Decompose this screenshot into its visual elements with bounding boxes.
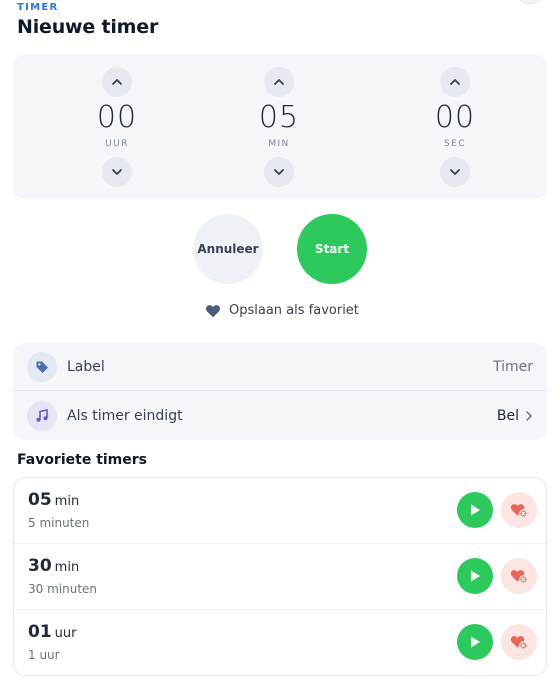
- favorite-unit: min: [54, 560, 80, 575]
- remove-favorite-button[interactable]: [501, 624, 537, 660]
- when-timer-ends-row[interactable]: Als timer eindigt Bel: [13, 392, 547, 440]
- tag-icon-badge: [27, 351, 57, 382]
- favorite-duration: 01 uur: [28, 622, 77, 642]
- favorite-amount: 30: [28, 556, 52, 576]
- save-favorite-label: Opslaan als favoriet: [229, 303, 359, 318]
- favorites-section-title: Favoriete timers: [17, 452, 148, 468]
- list-item: 01 uur 1 uur: [14, 610, 546, 676]
- chevron-down-icon: [112, 169, 122, 175]
- time-picker: 00 UUR 05 MIN 00 SEC: [13, 54, 547, 199]
- seconds-unit-label: SEC: [444, 139, 466, 149]
- favorite-description: 5 minuten: [28, 516, 90, 530]
- music-note-icon: [36, 409, 48, 422]
- cancel-button[interactable]: Annuleer: [193, 214, 263, 284]
- seconds-increment-button[interactable]: [440, 67, 470, 97]
- seconds-column: 00 SEC: [400, 54, 510, 199]
- minutes-decrement-button[interactable]: [264, 157, 294, 187]
- favorite-description: 1 uur: [28, 648, 60, 662]
- when-timer-ends-value-wrap: Bel: [497, 408, 533, 424]
- label-row-title: Label: [67, 358, 105, 375]
- heart-remove-icon: [510, 636, 528, 650]
- page-eyebrow: TIMER: [17, 2, 59, 13]
- heart-remove-icon: [510, 504, 528, 518]
- hours-decrement-button[interactable]: [102, 157, 132, 187]
- chevron-down-icon: [450, 169, 460, 175]
- top-corner-indicator: [518, 0, 542, 4]
- play-favorite-button[interactable]: [457, 492, 493, 528]
- settings-group: Label Timer Als timer eindigt Bel: [13, 343, 547, 440]
- music-icon-badge: [27, 401, 57, 431]
- chevron-down-icon: [274, 169, 284, 175]
- label-row-value: Timer: [492, 358, 533, 375]
- save-favorite-button[interactable]: Opslaan als favoriet: [205, 303, 359, 318]
- play-icon: [471, 636, 480, 648]
- hours-column: 00 UUR: [62, 54, 172, 199]
- remove-favorite-button[interactable]: [501, 492, 537, 528]
- chevron-up-icon: [112, 79, 122, 85]
- when-timer-ends-title: Als timer eindigt: [67, 408, 183, 424]
- favorite-unit: min: [54, 494, 80, 509]
- seconds-decrement-button[interactable]: [440, 157, 470, 187]
- hours-increment-button[interactable]: [102, 67, 132, 97]
- minutes-value[interactable]: 05: [224, 100, 334, 135]
- seconds-value[interactable]: 00: [400, 100, 510, 135]
- tag-icon: [36, 361, 48, 373]
- favorite-duration: 05 min: [28, 490, 79, 510]
- chevron-up-icon: [274, 79, 284, 85]
- favorite-description: 30 minuten: [28, 582, 98, 596]
- play-icon: [471, 504, 480, 516]
- label-row[interactable]: Label Timer: [13, 343, 547, 391]
- when-timer-ends-value: Bel: [496, 408, 519, 424]
- page-title: Nieuwe timer: [17, 16, 159, 38]
- play-favorite-button[interactable]: [457, 624, 493, 660]
- start-button[interactable]: Start: [297, 214, 367, 284]
- minutes-increment-button[interactable]: [264, 67, 294, 97]
- heart-remove-icon: [510, 570, 528, 584]
- hours-unit-label: UUR: [105, 139, 129, 149]
- favorite-amount: 01: [28, 622, 52, 642]
- chevron-right-icon: [526, 411, 532, 421]
- minutes-column: 05 MIN: [224, 54, 334, 199]
- favorite-duration: 30 min: [28, 556, 79, 576]
- heart-icon: [205, 304, 221, 317]
- favorites-list: 05 min 5 minuten 30 min 30 minuten 01 uur 1…: [13, 477, 547, 676]
- favorite-amount: 05: [28, 490, 52, 510]
- list-item: 30 min 30 minuten: [14, 544, 546, 610]
- hours-value[interactable]: 00: [62, 100, 172, 135]
- remove-favorite-button[interactable]: [501, 558, 537, 594]
- play-icon: [471, 570, 480, 582]
- favorite-unit: uur: [54, 626, 77, 641]
- chevron-up-icon: [450, 79, 460, 85]
- list-item: 05 min 5 minuten: [14, 478, 546, 544]
- minutes-unit-label: MIN: [268, 139, 290, 149]
- play-favorite-button[interactable]: [457, 558, 493, 594]
